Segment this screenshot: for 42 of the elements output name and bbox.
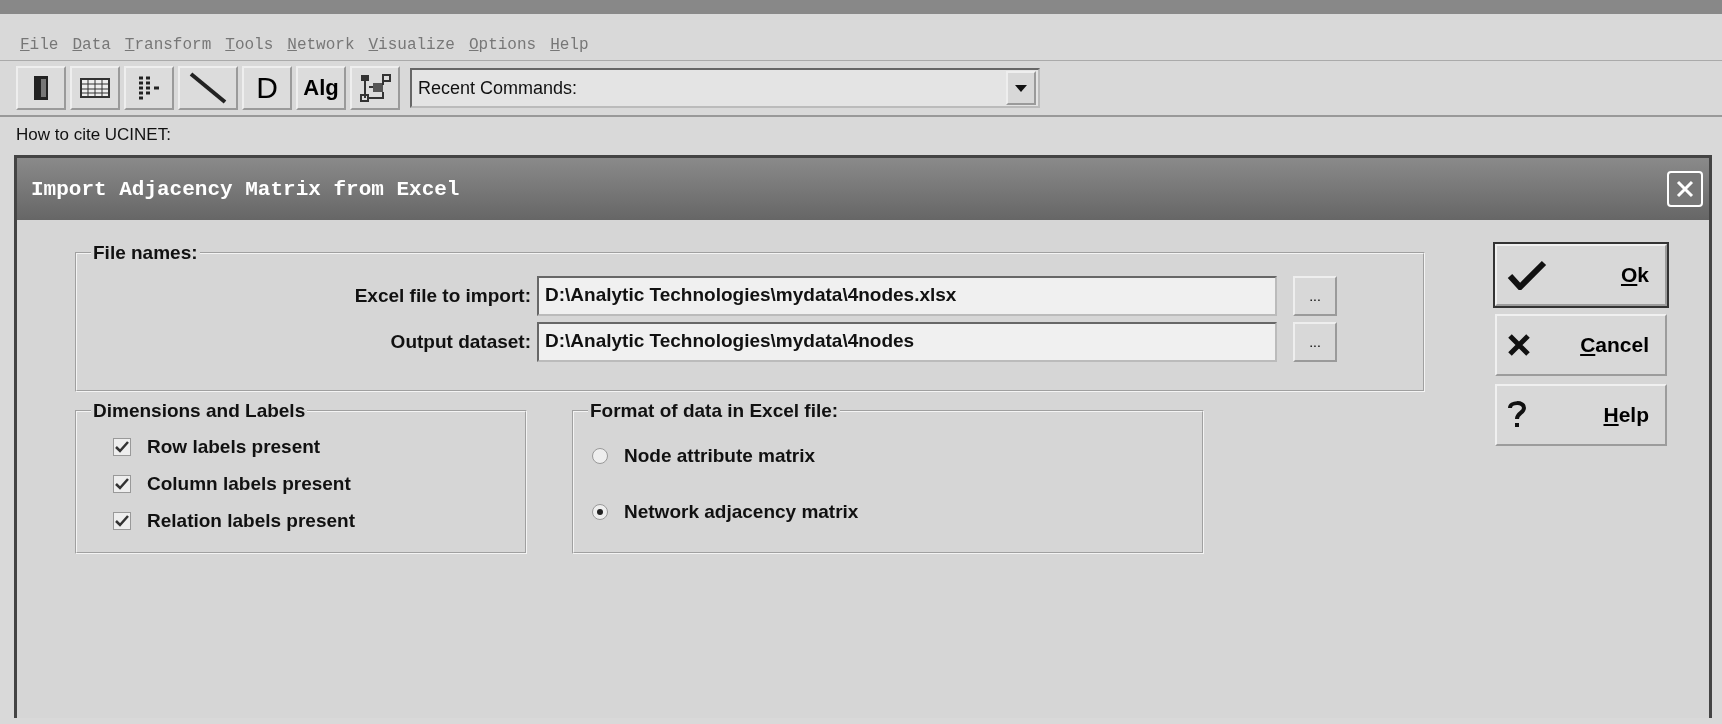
toolbar-button[interactable]: [178, 66, 238, 110]
checkbox-label: Row labels present: [147, 435, 321, 458]
radio-button[interactable]: [592, 504, 608, 520]
group-label: Format of data in Excel file:: [589, 400, 840, 422]
diagram-icon: [359, 73, 391, 103]
toolbar-button[interactable]: [124, 66, 174, 110]
checkbox[interactable]: [113, 437, 131, 456]
ok-button[interactable]: Ok: [1495, 244, 1667, 306]
checkbox-label: Column labels present: [147, 472, 351, 495]
checkbox[interactable]: [113, 474, 131, 493]
browse-button[interactable]: ...: [1293, 276, 1337, 316]
field-label: Excel file to import:: [353, 285, 531, 307]
table-icon: [80, 78, 110, 98]
line-icon: [188, 71, 228, 105]
radio-label: Network adjacency matrix: [624, 501, 859, 523]
toolbar-button[interactable]: D: [242, 66, 292, 110]
group-label: Dimensions and Labels: [92, 400, 307, 422]
help-button[interactable]: Help: [1495, 384, 1667, 446]
checkbox[interactable]: [113, 511, 131, 530]
cancel-button[interactable]: Cancel: [1495, 314, 1667, 376]
path-input-field[interactable]: D:\Analytic Technologies\mydata\4nodes.xlsx: [537, 276, 1277, 316]
browse-button[interactable]: ...: [1293, 322, 1337, 362]
path-input-field[interactable]: D:\Analytic Technologies\mydata\4nodes: [537, 322, 1277, 362]
door-icon: [33, 75, 49, 101]
recent-commands-dropdown[interactable]: Recent Commands:: [410, 68, 1040, 108]
question-mark-icon: [1507, 400, 1527, 430]
close-icon: [1675, 179, 1695, 199]
toolbar-button[interactable]: [350, 66, 400, 110]
field-label: Output dataset:: [389, 331, 531, 353]
list-icon: [136, 75, 162, 101]
close-button[interactable]: [1667, 171, 1703, 207]
checkmark-icon: [1507, 260, 1547, 290]
dialog-title: Import Adjacency Matrix from Excel: [31, 177, 460, 201]
status-text: How to cite UCINET:: [15, 124, 172, 146]
toolbar-button[interactable]: [16, 66, 66, 110]
toolbar-button[interactable]: [70, 66, 120, 110]
x-icon: [1507, 333, 1531, 357]
group-label: File names:: [92, 242, 199, 264]
toolbar-button[interactable]: Alg: [296, 66, 346, 110]
checkbox-label: Relation labels present: [147, 509, 355, 532]
radio-button[interactable]: [592, 448, 608, 464]
radio-label: Node attribute matrix: [624, 445, 816, 467]
